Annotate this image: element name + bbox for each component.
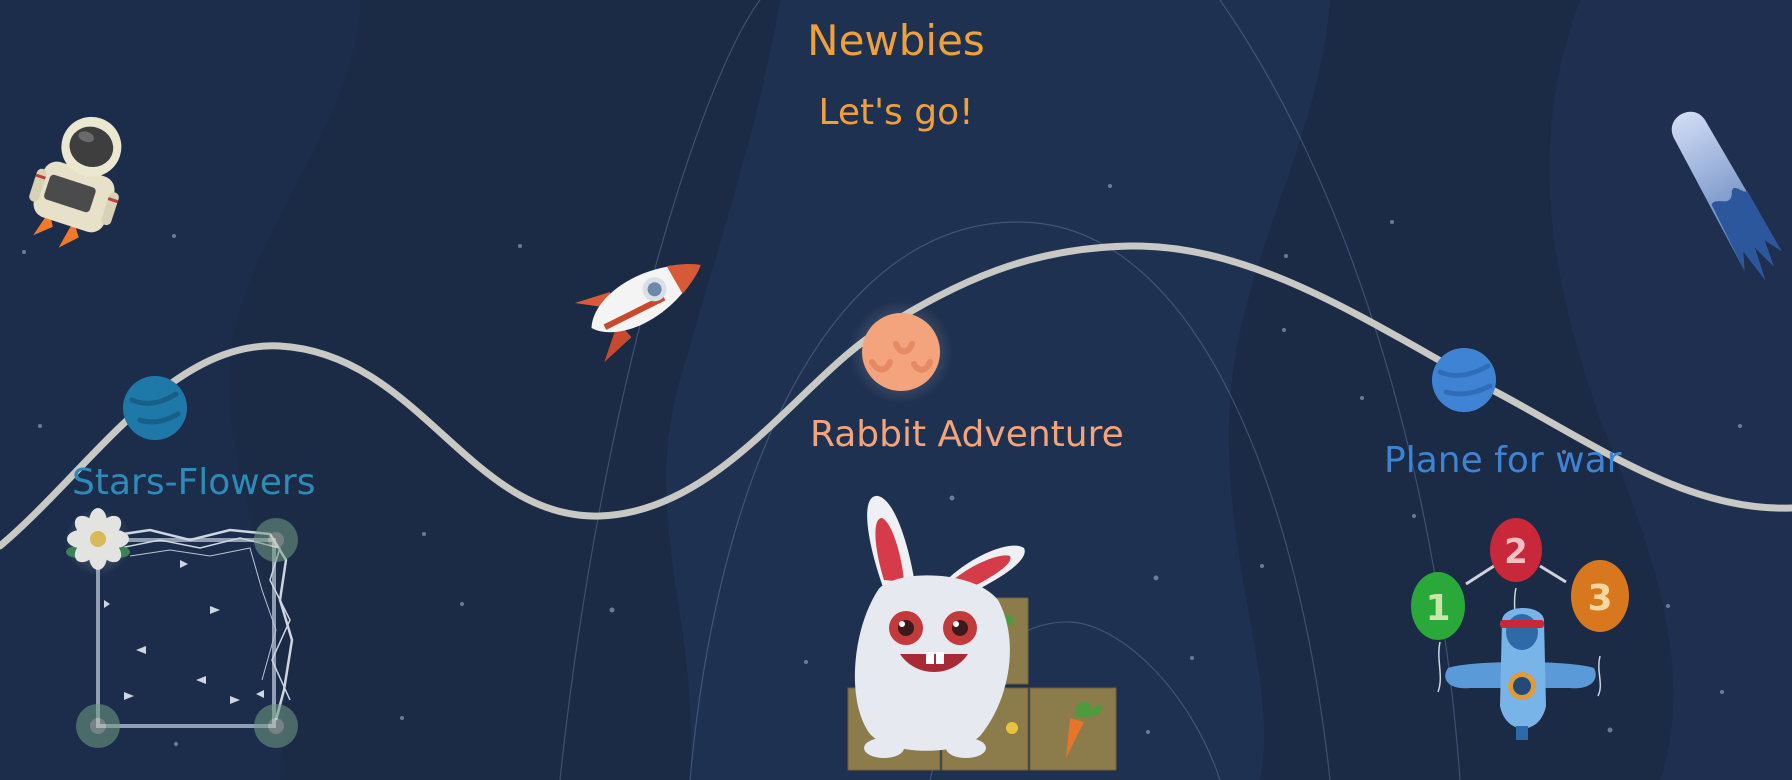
teal-planet-icon[interactable] xyxy=(123,376,187,440)
level-label-stars-flowers[interactable]: Stars-Flowers xyxy=(72,462,315,503)
plane-icon xyxy=(1445,608,1596,740)
flower-icon xyxy=(64,508,132,576)
page-title: Newbies xyxy=(807,16,985,65)
balloon-3-icon: 3 xyxy=(1571,560,1629,632)
plane-for-war-preview[interactable]: 1 2 3 xyxy=(1411,518,1629,740)
balloon-1-icon: 1 xyxy=(1411,572,1465,640)
level-label-rabbit-adventure[interactable]: Rabbit Adventure xyxy=(810,414,1124,455)
blue-planet-icon[interactable] xyxy=(1432,348,1496,412)
balloon-3-label: 3 xyxy=(1587,578,1612,619)
page-subtitle: Let's go! xyxy=(818,92,974,133)
peach-planet-icon[interactable] xyxy=(849,300,953,404)
balloon-1-label: 1 xyxy=(1425,588,1450,629)
balloon-2-label: 2 xyxy=(1504,532,1528,572)
level-label-plane-for-war[interactable]: Plane for war xyxy=(1384,440,1621,481)
balloon-2-icon: 2 xyxy=(1490,518,1542,582)
